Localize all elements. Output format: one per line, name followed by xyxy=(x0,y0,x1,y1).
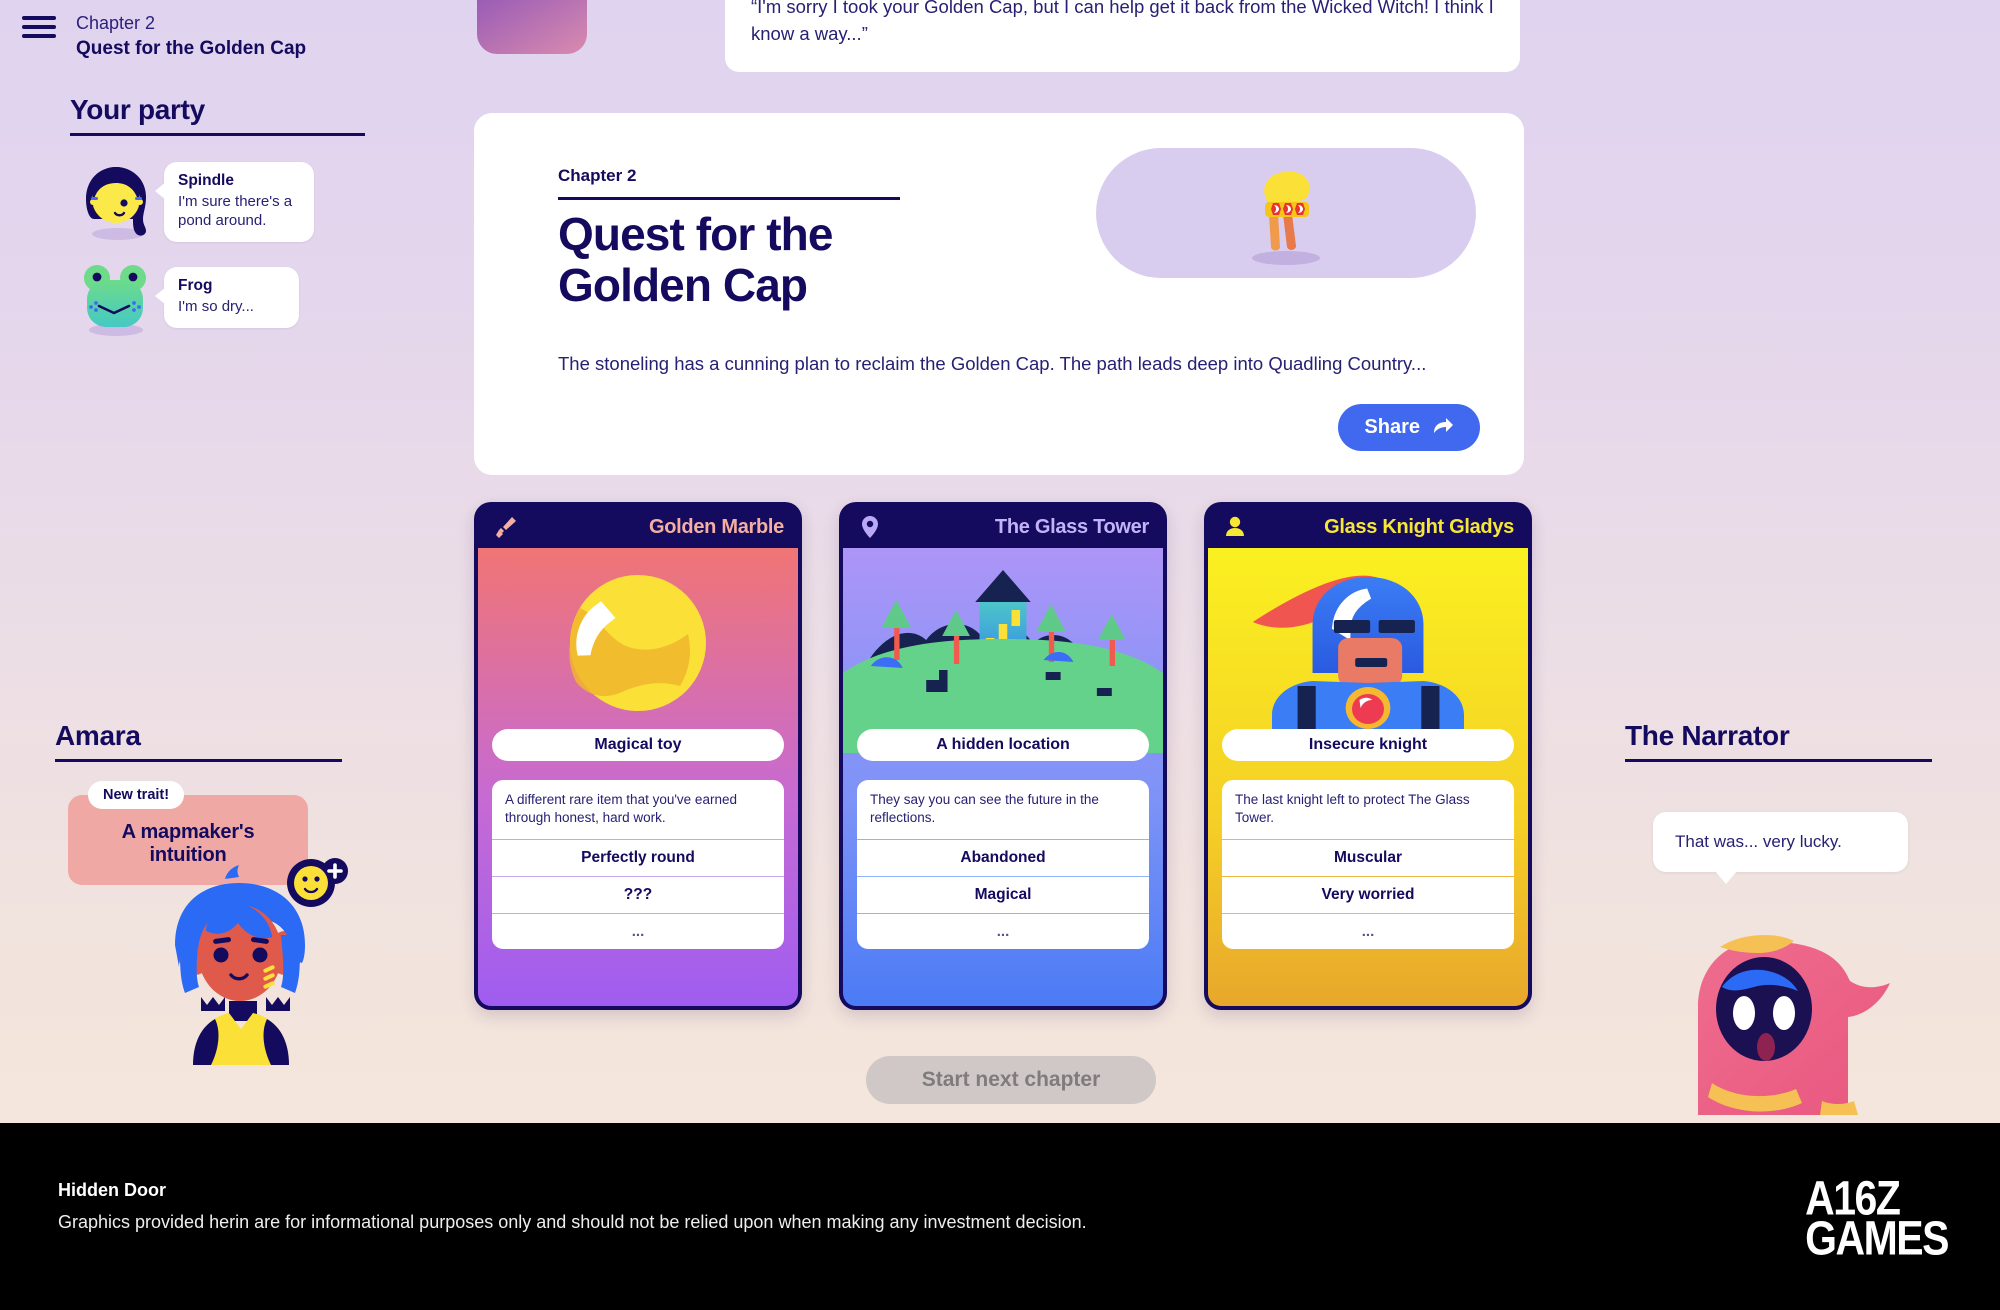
header-chapter-title: Quest for the Golden Cap xyxy=(76,37,307,59)
party-panel: Your party Spindle I'm sure there's a po… xyxy=(70,94,370,337)
amara-panel: Amara A mapmaker's intuition New trait! xyxy=(55,720,365,1065)
frog-avatar xyxy=(70,258,158,337)
party-list: Spindle I'm sure there's a pond around. xyxy=(70,162,370,337)
narrator-speech-bubble: That was... very lucky. xyxy=(1653,812,1908,884)
entity-card-list: Golden Marble Magical toy A different ra… xyxy=(474,502,1534,1010)
party-member-name: Frog xyxy=(178,276,213,294)
amara-heading-rule xyxy=(55,759,342,762)
stoneling-avatar xyxy=(477,0,587,54)
narrator-heading-rule xyxy=(1625,759,1932,762)
amara-character-illustration xyxy=(133,835,358,1065)
party-heading: Your party xyxy=(70,94,205,125)
party-speech-bubble: Spindle I'm sure there's a pond around. xyxy=(155,162,314,243)
list-item[interactable]: Spindle I'm sure there's a pond around. xyxy=(70,162,370,243)
card-title: The Glass Tower xyxy=(994,515,1149,538)
map-pin-icon xyxy=(859,515,881,539)
card-stat: Very worried xyxy=(1222,875,1514,913)
card-description: They say you can see the future in the r… xyxy=(870,792,1099,825)
card-stats: A different rare item that you've earned… xyxy=(492,780,784,949)
list-item[interactable]: Frog I'm so dry... xyxy=(70,258,370,337)
card-body: Insecure knight The last knight left to … xyxy=(1208,548,1528,1006)
chapter-hero-card: Chapter 2 Quest for the Golden Cap The s… xyxy=(474,113,1524,475)
hero-chapter-label: Chapter 2 xyxy=(558,166,637,185)
top-bar: Chapter 2 Quest for the Golden Cap xyxy=(0,0,430,70)
card-type: Magical toy xyxy=(492,729,784,761)
card-header: Golden Marble xyxy=(478,506,798,548)
card-title: Glass Knight Gladys xyxy=(1324,515,1514,538)
card-stat: Perfectly round xyxy=(492,838,784,876)
entity-card-glass-tower[interactable]: The Glass Tower A hidden location They s… xyxy=(839,502,1167,1010)
entity-card-golden-marble[interactable]: Golden Marble Magical toy A different ra… xyxy=(474,502,802,1010)
narrator-speech-text: That was... very lucky. xyxy=(1675,832,1842,851)
page-title: Quest for the Golden Cap xyxy=(558,208,833,311)
footer-disclaimer: Graphics provided herin are for informat… xyxy=(58,1212,1087,1232)
header-chapter-label: Chapter 2 xyxy=(76,13,156,33)
card-description: A different rare item that you've earned… xyxy=(505,792,737,825)
status-badge: New trait! xyxy=(88,781,185,809)
start-next-chapter-button[interactable]: Start next chapter xyxy=(866,1056,1156,1104)
card-title: Golden Marble xyxy=(648,515,784,538)
sword-icon xyxy=(494,515,516,539)
page-root: Chapter 2 Quest for the Golden Cap Your … xyxy=(0,0,2000,1310)
card-stat: ??? xyxy=(492,875,784,913)
card-stats: The last knight left to protect The Glas… xyxy=(1222,780,1514,949)
footer: Hidden Door Graphics provided herin are … xyxy=(0,1123,2000,1310)
footer-title: Hidden Door xyxy=(58,1180,166,1200)
card-more[interactable]: ... xyxy=(492,912,784,949)
person-icon xyxy=(1224,515,1246,539)
party-speech-bubble: Frog I'm so dry... xyxy=(155,266,299,328)
stoneling-speech-bubble: “I'm sorry I took your Golden Cap, but I… xyxy=(725,0,1520,72)
card-body: A hidden location They say you can see t… xyxy=(843,548,1163,1006)
narrator-character-illustration xyxy=(1660,925,1890,1115)
share-label: Share xyxy=(1364,416,1420,438)
a16z-games-logo: A16Z GAMES xyxy=(1805,1174,1949,1266)
card-header: The Glass Tower xyxy=(843,506,1163,548)
hero-summary: The stoneling has a cunning plan to recl… xyxy=(558,353,1427,374)
card-stat: Muscular xyxy=(1222,838,1514,876)
card-stat: Magical xyxy=(857,875,1149,913)
glass-knight-illustration xyxy=(1208,548,1528,753)
stoneling-speech-text: “I'm sorry I took your Golden Cap, but I… xyxy=(751,0,1494,44)
party-heading-rule xyxy=(70,133,365,136)
card-type: Insecure knight xyxy=(1222,729,1514,761)
party-member-line: I'm so dry... xyxy=(178,297,254,315)
golden-cap-illustration xyxy=(1096,148,1476,278)
narrator-panel: The Narrator That was... very lucky. xyxy=(1625,720,1955,1115)
narrator-heading: The Narrator xyxy=(1625,720,1790,751)
card-stat: Abandoned xyxy=(857,838,1149,876)
golden-marble-illustration xyxy=(478,548,798,753)
share-button[interactable]: Share xyxy=(1338,404,1480,451)
amara-heading: Amara xyxy=(55,720,141,751)
share-arrow-icon xyxy=(1432,415,1454,441)
hamburger-menu-icon[interactable] xyxy=(22,12,56,38)
card-more[interactable]: ... xyxy=(1222,912,1514,949)
card-stats: They say you can see the future in the r… xyxy=(857,780,1149,949)
card-header: Glass Knight Gladys xyxy=(1208,506,1528,548)
entity-card-glass-knight[interactable]: Glass Knight Gladys Insecure knight The … xyxy=(1204,502,1532,1010)
card-more[interactable]: ... xyxy=(857,912,1149,949)
card-type: A hidden location xyxy=(857,729,1149,761)
party-member-line: I'm sure there's a pond around. xyxy=(178,193,293,230)
header-titles: Chapter 2 Quest for the Golden Cap xyxy=(76,12,306,61)
girl-dark-hair-avatar xyxy=(70,163,158,241)
party-member-name: Spindle xyxy=(178,172,234,189)
glass-tower-illustration xyxy=(843,548,1163,753)
card-description: The last knight left to protect The Glas… xyxy=(1235,792,1470,825)
logo-line-2: GAMES xyxy=(1805,1211,1949,1266)
card-body: Magical toy A different rare item that y… xyxy=(478,548,798,1006)
hero-rule xyxy=(558,197,900,200)
